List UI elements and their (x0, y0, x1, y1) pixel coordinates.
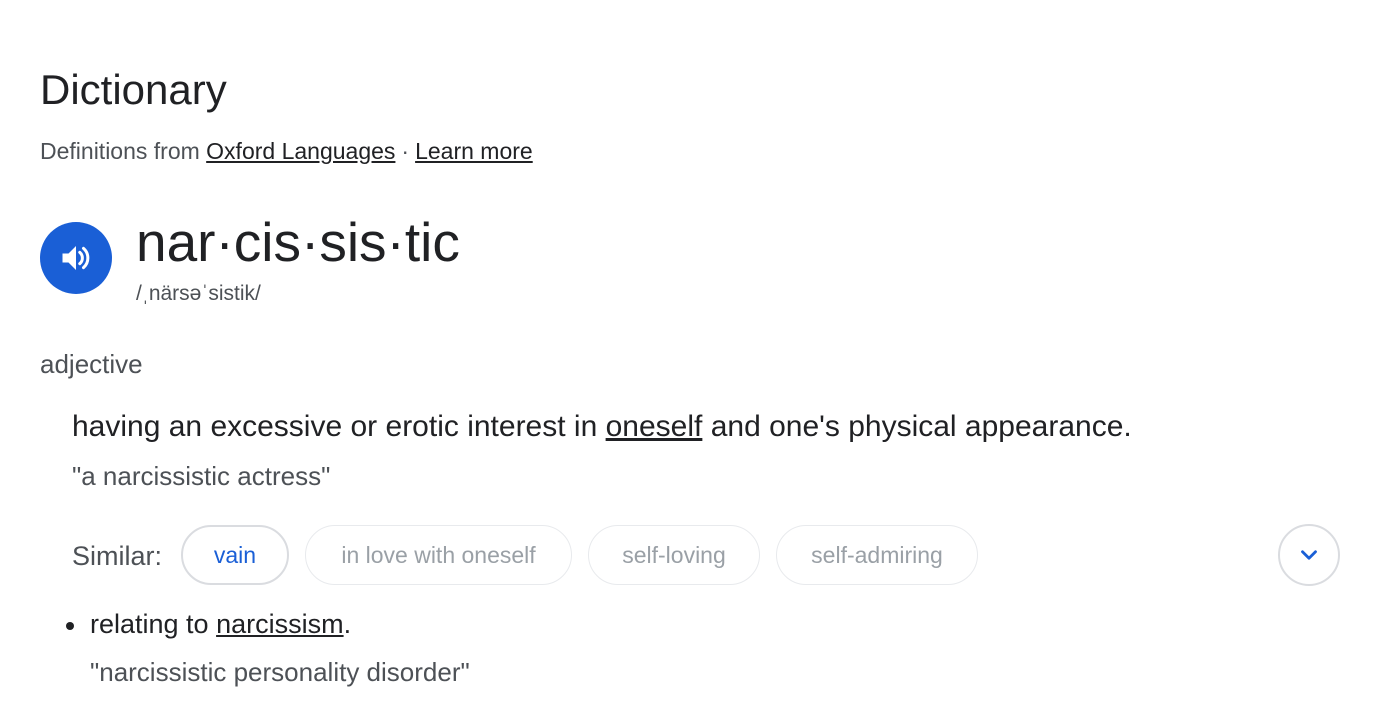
phonetic-spelling: /ˌnärsəˈsistik/ (136, 282, 261, 305)
similar-chip-in-love-with-oneself[interactable]: in love with oneself (305, 525, 572, 585)
definition-2: relating to narcissism. (90, 607, 351, 641)
speaker-icon (62, 246, 90, 270)
definition-1-text-before: having an excessive or erotic interest i… (72, 410, 606, 443)
definition-1-text-after: and one's physical appearance. (702, 410, 1132, 443)
source-prefix: Definitions from (40, 138, 200, 164)
example-2: "narcissistic personality disorder" (90, 657, 470, 687)
separator-dot: · (401, 138, 410, 164)
source-line: Definitions from Oxford Languages · Learn … (40, 137, 533, 165)
similar-label: Similar: (72, 541, 163, 571)
page-title: Dictionary (40, 66, 227, 113)
headword: nar·cis·sis·tic (136, 211, 460, 273)
definition-2-text-before: relating to (90, 609, 217, 639)
example-1: "a narcissistic actress" (72, 461, 331, 491)
learn-more-link[interactable]: Learn more (415, 138, 533, 164)
definition-1: having an excessive or erotic interest i… (72, 408, 1132, 446)
similar-chip-self-admiring[interactable]: self-admiring (776, 525, 978, 585)
definition-2-text-after: . (343, 609, 352, 639)
similar-chip-self-loving[interactable]: self-loving (588, 525, 760, 585)
pronunciation-button[interactable] (40, 222, 112, 294)
bullet-point (66, 622, 74, 630)
dictionary-card: Dictionary Definitions from Oxford Langu… (0, 0, 1398, 720)
oxford-languages-link[interactable]: Oxford Languages (206, 138, 395, 164)
chevron-down-icon (1301, 550, 1317, 560)
narcissism-link[interactable]: narcissism (216, 609, 344, 639)
oneself-link[interactable]: oneself (606, 410, 703, 443)
expand-similar-button[interactable] (1278, 524, 1340, 586)
part-of-speech: adjective (40, 349, 143, 379)
similar-chip-vain[interactable]: vain (181, 525, 289, 585)
